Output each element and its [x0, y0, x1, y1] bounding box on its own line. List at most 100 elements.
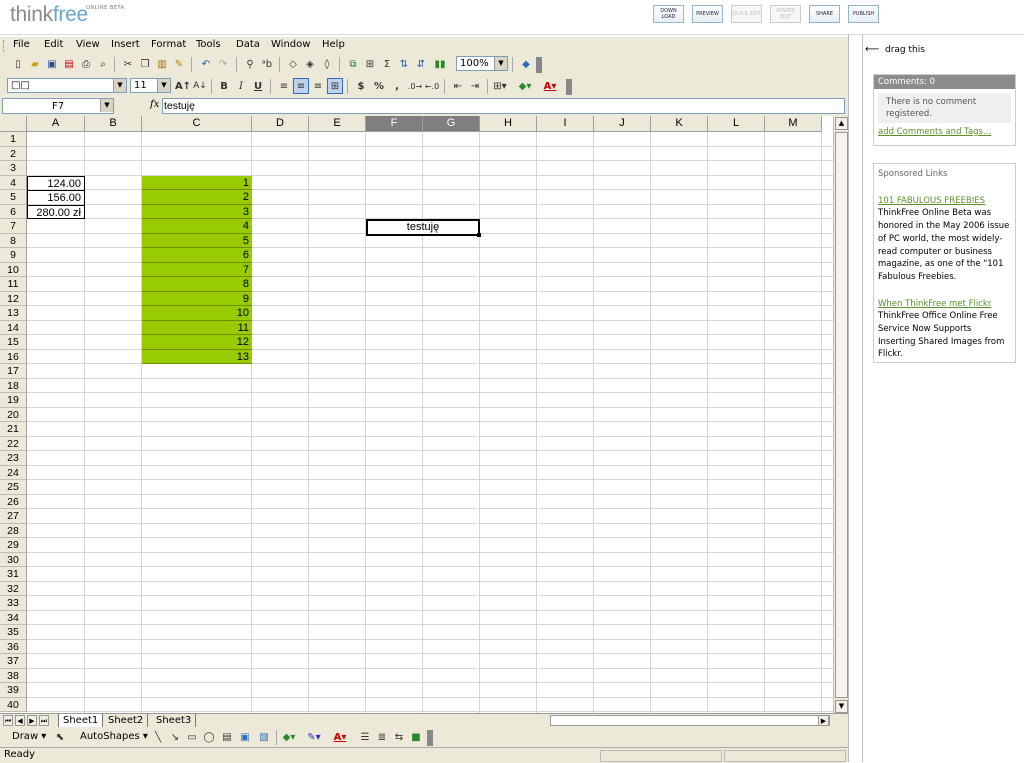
sort-ascending-icon[interactable]: ⇅ — [396, 56, 412, 72]
replace-icon[interactable]: ᵃb — [259, 56, 275, 72]
redo-icon[interactable]: ↷ — [215, 56, 231, 72]
cell-c12[interactable]: 9 — [142, 291, 252, 306]
menu-view[interactable]: View — [76, 39, 100, 50]
font-size-select[interactable]: 11 ▼ — [130, 78, 171, 93]
new-document-icon[interactable]: ▯ — [10, 56, 26, 72]
scrollbar-thumb[interactable] — [835, 132, 848, 698]
scroll-down-icon[interactable]: ▼ — [835, 700, 848, 713]
row-header-9[interactable]: 9 — [0, 248, 27, 263]
clipart-icon[interactable]: ▣ — [237, 729, 253, 745]
share-button[interactable]: SHARE — [809, 5, 840, 23]
row-header-33[interactable]: 33 — [0, 596, 27, 611]
row-header-39[interactable]: 39 — [0, 683, 27, 698]
toolbar-overflow-icon[interactable] — [566, 79, 572, 95]
row-header-20[interactable]: 20 — [0, 407, 27, 422]
row-header-21[interactable]: 21 — [0, 422, 27, 437]
cell-a6[interactable]: 280.00 zł — [27, 204, 85, 219]
eraser-icon[interactable]: ◇ — [285, 56, 301, 72]
row-header-5[interactable]: 5 — [0, 190, 27, 205]
row-header-32[interactable]: 32 — [0, 581, 27, 596]
column-header-l[interactable]: L — [708, 116, 765, 132]
row-header-22[interactable]: 22 — [0, 436, 27, 451]
row-header-17[interactable]: 17 — [0, 364, 27, 379]
cell-c11[interactable]: 8 — [142, 277, 252, 292]
row-header-13[interactable]: 13 — [0, 306, 27, 321]
chevron-down-icon[interactable]: ▼ — [157, 79, 170, 92]
cell-c15[interactable]: 12 — [142, 335, 252, 350]
column-header-i[interactable]: I — [537, 116, 594, 132]
last-sheet-icon[interactable]: ⏭ — [39, 715, 49, 726]
row-header-36[interactable]: 36 — [0, 639, 27, 654]
row-header-19[interactable]: 19 — [0, 393, 27, 408]
column-header-j[interactable]: J — [594, 116, 651, 132]
dash-style-icon[interactable]: ≣ — [374, 729, 390, 745]
menu-help[interactable]: Help — [322, 39, 345, 50]
row-header-1[interactable]: 1 — [0, 132, 27, 147]
function-icon[interactable]: fx — [150, 99, 159, 110]
ad-link-freebies[interactable]: 101 FABULOUS FREEBIES — [878, 195, 1011, 208]
cell-c9[interactable]: 6 — [142, 248, 252, 263]
insert-sheet-icon[interactable]: ⧉ — [345, 56, 361, 72]
row-header-7[interactable]: 7 — [0, 219, 27, 234]
arrow-style-icon[interactable]: ⇆ — [391, 729, 407, 745]
picture-icon[interactable]: ▧ — [256, 729, 272, 745]
fill-handle[interactable] — [477, 232, 481, 237]
arrow-icon[interactable]: ↘ — [167, 729, 183, 745]
line-color-icon[interactable]: ✎▾ — [306, 729, 322, 745]
formula-input[interactable]: testuję — [162, 98, 845, 114]
menu-window[interactable]: Window — [271, 39, 310, 50]
row-header-25[interactable]: 25 — [0, 480, 27, 495]
thinkfree-logo[interactable]: thinkfree — [10, 3, 88, 27]
copy-icon[interactable]: ❐ — [137, 56, 153, 72]
export-pdf-icon[interactable]: ▤ — [61, 56, 77, 72]
row-header-8[interactable]: 8 — [0, 233, 27, 248]
scroll-right-icon[interactable]: ▶ — [818, 715, 829, 726]
line-icon[interactable]: ╲ — [150, 729, 166, 745]
line-style-icon[interactable]: ☰ — [357, 729, 373, 745]
cell-c13[interactable]: 10 — [142, 306, 252, 321]
row-header-37[interactable]: 37 — [0, 654, 27, 669]
zoom-select[interactable]: 100% ▼ — [456, 56, 508, 71]
cell-c16[interactable]: 13 — [142, 349, 252, 364]
row-header-3[interactable]: 3 — [0, 161, 27, 176]
row-header-2[interactable]: 2 — [0, 146, 27, 161]
shadow-icon[interactable]: ■ — [408, 729, 424, 745]
preview-button[interactable]: PREVIEW — [692, 5, 723, 23]
align-right-icon[interactable]: ≡ — [310, 78, 326, 94]
menu-format[interactable]: Format — [151, 39, 186, 50]
column-header-k[interactable]: K — [651, 116, 708, 132]
publish-button[interactable]: PUBLISH — [848, 5, 879, 23]
column-header-e[interactable]: E — [309, 116, 366, 132]
paste-icon[interactable]: ▥ — [154, 56, 170, 72]
row-header-18[interactable]: 18 — [0, 378, 27, 393]
cell-c14[interactable]: 11 — [142, 320, 252, 335]
download-button[interactable]: DOWN LOAD — [653, 5, 684, 23]
cut-icon[interactable]: ✂ — [120, 56, 136, 72]
print-preview-icon[interactable]: ⌕ — [95, 56, 111, 72]
row-header-30[interactable]: 30 — [0, 552, 27, 567]
textbox-icon[interactable]: ▤ — [219, 729, 235, 745]
row-header-40[interactable]: 40 — [0, 697, 27, 712]
cell-c6[interactable]: 3 — [142, 204, 252, 219]
open-folder-icon[interactable]: ▰ — [27, 56, 43, 72]
undo-icon[interactable]: ↶ — [198, 56, 214, 72]
sheet-tab-2[interactable]: Sheet2 — [104, 714, 149, 727]
cell-f7-selected[interactable]: testuję — [366, 219, 480, 236]
ad-link-flickr[interactable]: When ThinkFree met Flickr — [878, 298, 1011, 311]
comma-button[interactable]: , — [389, 78, 405, 94]
chevron-down-icon[interactable]: ▼ — [100, 99, 113, 112]
rectangle-icon[interactable]: ▭ — [184, 729, 200, 745]
column-header-g[interactable]: G — [423, 116, 480, 132]
cell-c8[interactable]: 5 — [142, 233, 252, 248]
chevron-down-icon[interactable]: ▼ — [494, 57, 507, 70]
row-header-38[interactable]: 38 — [0, 668, 27, 683]
borders-icon[interactable]: ⊞▾ — [492, 78, 508, 94]
shrink-font-icon[interactable]: A↓ — [192, 78, 208, 94]
align-left-icon[interactable]: ≡ — [276, 78, 292, 94]
row-header-31[interactable]: 31 — [0, 567, 27, 582]
row-header-16[interactable]: 16 — [0, 349, 27, 364]
toolbar-overflow-icon[interactable] — [427, 730, 433, 746]
row-header-11[interactable]: 11 — [0, 277, 27, 292]
row-header-6[interactable]: 6 — [0, 204, 27, 219]
scroll-up-icon[interactable]: ▲ — [835, 117, 848, 130]
